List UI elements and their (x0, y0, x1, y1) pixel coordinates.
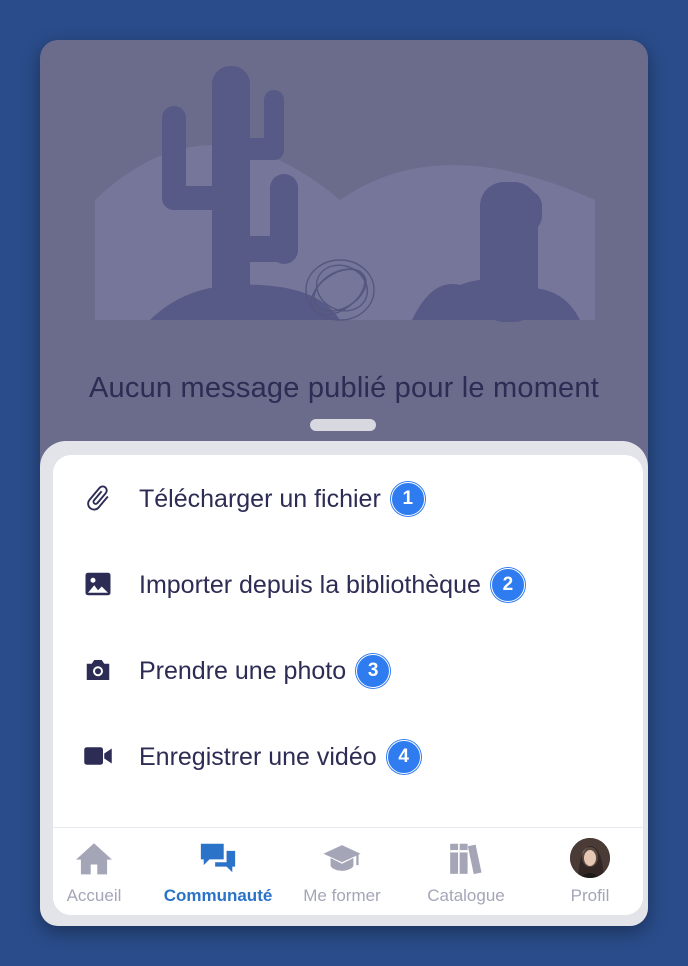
step-badge: 1 (390, 482, 425, 516)
import-library-option[interactable]: Importer depuis la bibliothèque 2 (53, 541, 643, 627)
step-badge: 3 (356, 654, 391, 688)
graduation-cap-icon (322, 838, 362, 878)
tab-catalogue[interactable]: Catalogue (407, 828, 525, 915)
empty-state-message: Aucun message publié pour le moment (89, 372, 599, 404)
step-badge: 4 (386, 740, 421, 774)
tab-profil[interactable]: Profil (531, 828, 643, 915)
empty-state-illustration (95, 66, 595, 322)
image-icon (79, 565, 117, 603)
tab-communaute[interactable]: Communauté (159, 828, 277, 915)
record-video-label: Enregistrer une vidéo (139, 742, 377, 771)
step-badge: 2 (490, 568, 525, 602)
upload-file-option[interactable]: Télécharger un fichier 1 (53, 455, 643, 541)
tab-label: Profil (570, 886, 610, 905)
avatar (570, 838, 610, 878)
chat-bubbles-icon (198, 838, 238, 878)
tab-label: Catalogue (427, 886, 505, 905)
sheet-drag-handle[interactable] (310, 419, 376, 431)
upload-file-label: Télécharger un fichier (139, 484, 381, 513)
tab-label: Accueil (66, 886, 122, 905)
video-camera-icon (79, 737, 117, 775)
app-screen: Aucun message publié pour le moment Télé… (40, 40, 648, 926)
take-photo-label: Prendre une photo (139, 656, 347, 685)
record-video-option[interactable]: Enregistrer une vidéo 4 (53, 713, 643, 799)
home-icon (74, 838, 114, 878)
books-icon (446, 838, 486, 878)
bottom-tab-bar: Accueil Communauté Me former Catalogue P… (53, 827, 643, 915)
tab-label: Communauté (163, 886, 273, 905)
action-sheet: Télécharger un fichier 1 Importer depuis… (40, 441, 648, 926)
tab-me-former[interactable]: Me former (283, 828, 401, 915)
import-library-label: Importer depuis la bibliothèque (139, 570, 481, 599)
camera-icon (79, 651, 117, 689)
tab-accueil[interactable]: Accueil (53, 828, 153, 915)
action-sheet-card: Télécharger un fichier 1 Importer depuis… (53, 455, 643, 915)
paperclip-icon (79, 479, 117, 517)
tab-label: Me former (303, 886, 381, 905)
take-photo-option[interactable]: Prendre une photo 3 (53, 627, 643, 713)
